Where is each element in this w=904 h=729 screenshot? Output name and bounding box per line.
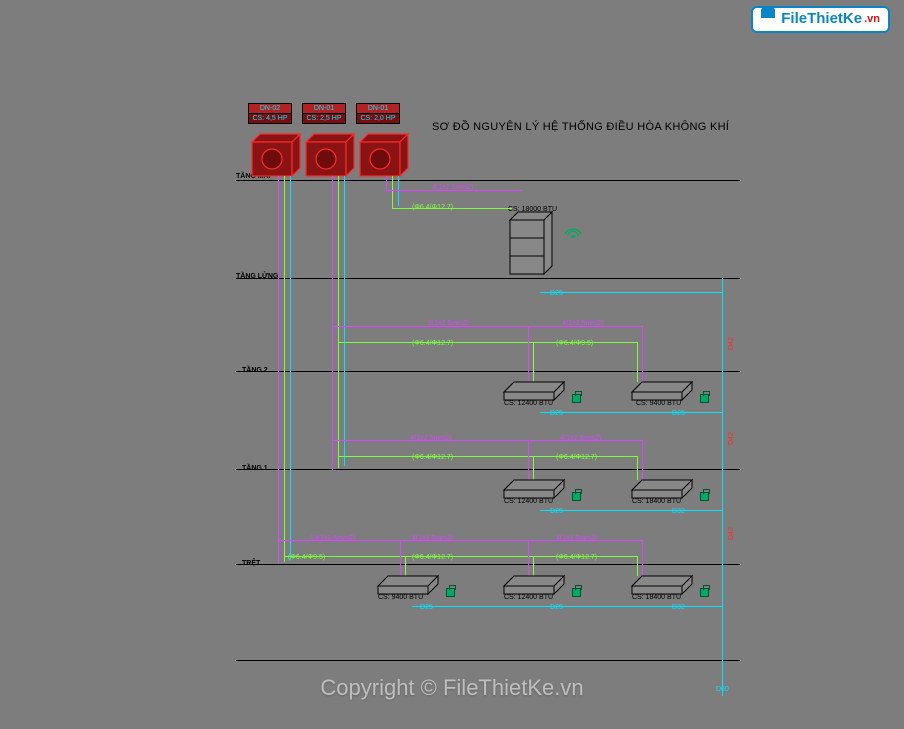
tr-drop3-m (642, 540, 643, 576)
t1-drop2-l (637, 456, 638, 480)
brand-tld: .vn (864, 13, 880, 25)
brand-name: FileThietKe (781, 10, 862, 27)
tr-unit3-plug-icon (700, 588, 709, 597)
ou3-cyan-v (398, 176, 399, 206)
t2-drop1-l (533, 342, 534, 382)
t2-unit2-d: D25 (672, 410, 685, 417)
t2-unit2-plug-icon (700, 394, 709, 403)
riser-tag-3: D42 (728, 527, 735, 540)
t2-unit1-cap: CS: 12400 BTU (504, 400, 553, 407)
t1-line (236, 469, 740, 470)
ou1-mag-v (278, 176, 279, 564)
ou1-label: DN-02 CS: 4,5 HP (248, 103, 292, 124)
ou3-label: DN-01 CS: 2,0 HP (356, 103, 400, 124)
tr-unit3-d: D32 (672, 604, 685, 611)
tr-unit2-cap: CS: 12400 BTU (504, 594, 553, 601)
tr-unit2-d: D25 (550, 604, 563, 611)
tr-note-c: 4(1x2.5mm2) (556, 535, 597, 542)
tr-note-a: 13(1x2.5mm2) (310, 535, 355, 542)
outdoor-units-icon (244, 128, 414, 186)
brand-watermark: FileThietKe.vn (751, 6, 890, 33)
ou1-lime-v (284, 176, 285, 562)
ou3-mag-v (386, 176, 387, 190)
ou2-label: DN-01 CS: 2,5 HP (302, 103, 346, 124)
note-l1b: (Φ6.4/Φ12.7) (412, 204, 453, 211)
riser-tag-1: D42 (728, 337, 735, 350)
tr-drop3-l (637, 556, 638, 576)
t2-note-b2: (Φ6.4/Φ9.5) (556, 340, 593, 347)
tr-unit1-cap: CS: 9400 BTU (378, 594, 423, 601)
tr-drop1-m (400, 540, 401, 576)
t2-drop2-m (642, 326, 643, 382)
tr-note-d: (Φ6.4/Φ9.5) (288, 554, 325, 561)
tr-drop1-l (405, 556, 406, 576)
ou3-tag: DN-01 (356, 103, 400, 114)
t1-note-1: 4(1x2.5mm2) (410, 435, 451, 442)
t2-note-a2: 4(1x2.5mm2) (562, 320, 603, 327)
ou3-hp: CS: 2,0 HP (356, 114, 400, 124)
ou2-mag-v (332, 176, 333, 470)
label-lung: TẦNG LỬNG (236, 273, 278, 280)
label-t2: TẦNG 2 (242, 367, 268, 374)
t2-note-b: (Φ6.4/Φ12.7) (412, 340, 453, 347)
tr-drop2-l (533, 556, 534, 576)
t2-drop2-l (637, 342, 638, 382)
t2-drop1-m (528, 326, 529, 382)
t2-unit2-cap: CS: 9400 BTU (636, 400, 681, 407)
copyright-overlay: Copyright © FileThietKe.vn (0, 675, 904, 701)
riser-tag-2: D42 (728, 432, 735, 445)
tr-note-f: (Φ6.4/Φ12.7) (556, 554, 597, 561)
label-tret: TRỆT (242, 560, 260, 567)
t2-line (236, 371, 740, 372)
tr-unit3-cap: CS: 18400 BTU (632, 594, 681, 601)
base-line (236, 660, 740, 661)
t1-drop1-l (533, 456, 534, 480)
t1-drop2-m (642, 440, 643, 480)
t1-unit1-plug-icon (572, 492, 581, 501)
t1-unit2-cap: CS: 18400 BTU (632, 498, 681, 505)
lung-line (236, 278, 740, 279)
cabinet-unit-icon (504, 210, 558, 280)
ou2-hp: CS: 2,5 HP (302, 114, 346, 124)
ou2-lime-v (338, 176, 339, 468)
t2-note-a: 3(1x2.5mm2) (428, 320, 469, 327)
note-l1: 4(1x2.5mm2) (432, 184, 473, 191)
t1-drop1-m (528, 440, 529, 480)
tret-line (236, 564, 740, 565)
ou2-cyan-v (344, 176, 345, 466)
ou1-cyan-v (290, 176, 291, 560)
ou3-lime-v (392, 176, 393, 208)
t1-unit2-d: D32 (672, 508, 685, 515)
drain-riser (722, 278, 723, 660)
cabinet-d: D25 (550, 290, 563, 297)
t1-unit1-d: D25 (550, 508, 563, 515)
tr-drop2-m (528, 540, 529, 576)
tr-unit1-d: D25 (420, 604, 433, 611)
cabinet-cap: CS: 18000 BTU (508, 206, 557, 213)
t2-unit1-d: D25 (550, 410, 563, 417)
t1-note-3: (Φ6.4/Φ12.7) (412, 454, 453, 461)
t1-unit2-plug-icon (700, 492, 709, 501)
diagram-canvas: FileThietKe.vn SƠ ĐỒ NGUYÊN LÝ HỆ THỐNG … (0, 0, 904, 729)
tr-note-e: (Φ6.4/Φ12.7) (412, 554, 453, 561)
remote-icon (564, 222, 582, 238)
t1-unit1-cap: CS: 12400 BTU (504, 498, 553, 505)
tr-unit1-plug-icon (446, 588, 455, 597)
tr-note-b: 4(1x2.5mm2) (412, 535, 453, 542)
diagram-title: SƠ ĐỒ NGUYÊN LÝ HỆ THỐNG ĐIỀU HÒA KHÔNG … (432, 121, 729, 133)
ou2-tag: DN-01 (302, 103, 346, 114)
ou1-tag: DN-02 (248, 103, 292, 114)
tr-unit2-plug-icon (572, 588, 581, 597)
t2-unit1-plug-icon (572, 394, 581, 403)
ou1-hp: CS: 4,5 HP (248, 114, 292, 124)
label-t1: TẦNG 1 (242, 465, 268, 472)
cabinet-drain-h (540, 292, 722, 293)
t1-note-4: (Φ6.4/Φ12.7) (556, 454, 597, 461)
t1-note-2: 4(1x2.5mm2) (560, 435, 601, 442)
